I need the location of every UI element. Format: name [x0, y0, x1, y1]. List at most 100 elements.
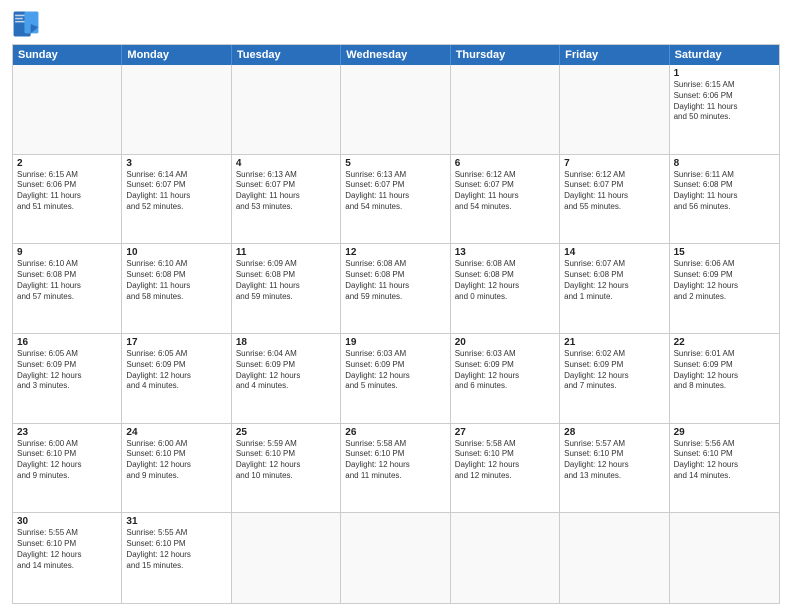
day-cell-8: 8Sunrise: 6:11 AM Sunset: 6:08 PM Daylig…: [670, 155, 779, 244]
day-cell-14: 14Sunrise: 6:07 AM Sunset: 6:08 PM Dayli…: [560, 244, 669, 333]
empty-cell-0-4: [451, 65, 560, 154]
day-number: 18: [236, 337, 336, 348]
day-number: 8: [674, 158, 775, 169]
day-number: 26: [345, 427, 445, 438]
day-cell-3: 3Sunrise: 6:14 AM Sunset: 6:07 PM Daylig…: [122, 155, 231, 244]
header-cell-monday: Monday: [122, 45, 231, 65]
day-number: 1: [674, 68, 775, 79]
week-row-3: 9Sunrise: 6:10 AM Sunset: 6:08 PM Daylig…: [13, 244, 779, 334]
day-cell-26: 26Sunrise: 5:58 AM Sunset: 6:10 PM Dayli…: [341, 424, 450, 513]
day-number: 20: [455, 337, 555, 348]
day-info: Sunrise: 6:12 AM Sunset: 6:07 PM Dayligh…: [564, 170, 664, 213]
day-info: Sunrise: 6:05 AM Sunset: 6:09 PM Dayligh…: [126, 349, 226, 392]
week-row-4: 16 Sunrise: 6:05 AM Sunset: 6:09 PM Dayli…: [13, 334, 779, 424]
day-cell-29: 29Sunrise: 5:56 AM Sunset: 6:10 PM Dayli…: [670, 424, 779, 513]
week-row-5: 23Sunrise: 6:00 AM Sunset: 6:10 PM Dayli…: [13, 424, 779, 514]
header-cell-thursday: Thursday: [451, 45, 560, 65]
day-number: 9: [17, 247, 117, 258]
day-cell-31: 31Sunrise: 5:55 AM Sunset: 6:10 PM Dayli…: [122, 513, 231, 603]
day-number: 10: [126, 247, 226, 258]
day-number: 2: [17, 158, 117, 169]
day-number: 28: [564, 427, 664, 438]
day-number: 24: [126, 427, 226, 438]
empty-cell-5-2: [232, 513, 341, 603]
day-info: Sunrise: 6:06 AM Sunset: 6:09 PM Dayligh…: [674, 259, 775, 302]
day-number: 13: [455, 247, 555, 258]
day-number: 25: [236, 427, 336, 438]
day-info: Sunrise: 6:02 AM Sunset: 6:09 PM Dayligh…: [564, 349, 664, 392]
empty-cell-5-3: [341, 513, 450, 603]
day-cell-27: 27Sunrise: 5:58 AM Sunset: 6:10 PM Dayli…: [451, 424, 560, 513]
day-cell-7: 7Sunrise: 6:12 AM Sunset: 6:07 PM Daylig…: [560, 155, 669, 244]
empty-cell-0-3: [341, 65, 450, 154]
day-info: Sunrise: 6:15 AM Sunset: 6:06 PM Dayligh…: [674, 80, 775, 123]
calendar-body: 1Sunrise: 6:15 AM Sunset: 6:06 PM Daylig…: [13, 65, 779, 603]
day-info: Sunrise: 5:57 AM Sunset: 6:10 PM Dayligh…: [564, 439, 664, 482]
day-number: 17: [126, 337, 226, 348]
day-cell-25: 25Sunrise: 5:59 AM Sunset: 6:10 PM Dayli…: [232, 424, 341, 513]
day-cell-12: 12Sunrise: 6:08 AM Sunset: 6:08 PM Dayli…: [341, 244, 450, 333]
day-info: Sunrise: 6:15 AM Sunset: 6:06 PM Dayligh…: [17, 170, 117, 213]
day-info: Sunrise: 6:01 AM Sunset: 6:09 PM Dayligh…: [674, 349, 775, 392]
day-info: Sunrise: 6:08 AM Sunset: 6:08 PM Dayligh…: [455, 259, 555, 302]
day-cell-30: 30Sunrise: 5:55 AM Sunset: 6:10 PM Dayli…: [13, 513, 122, 603]
header: [12, 10, 780, 38]
day-info: Sunrise: 5:59 AM Sunset: 6:10 PM Dayligh…: [236, 439, 336, 482]
day-info: Sunrise: 6:00 AM Sunset: 6:10 PM Dayligh…: [17, 439, 117, 482]
empty-cell-5-4: [451, 513, 560, 603]
empty-cell-0-5: [560, 65, 669, 154]
day-number: 27: [455, 427, 555, 438]
day-info: Sunrise: 5:55 AM Sunset: 6:10 PM Dayligh…: [17, 528, 117, 571]
day-number: 5: [345, 158, 445, 169]
day-cell-18: 18Sunrise: 6:04 AM Sunset: 6:09 PM Dayli…: [232, 334, 341, 423]
day-number: 7: [564, 158, 664, 169]
generalblue-logo-icon: [12, 10, 40, 38]
header-cell-tuesday: Tuesday: [232, 45, 341, 65]
day-cell-6: 6Sunrise: 6:12 AM Sunset: 6:07 PM Daylig…: [451, 155, 560, 244]
empty-cell-5-5: [560, 513, 669, 603]
day-cell-16: 16Sunrise: 6:05 AM Sunset: 6:09 PM Dayli…: [13, 334, 122, 423]
empty-cell-0-0: [13, 65, 122, 154]
calendar-header-row: SundayMondayTuesdayWednesdayThursdayFrid…: [13, 45, 779, 65]
day-number: 31: [126, 516, 226, 527]
day-info: Sunrise: 6:12 AM Sunset: 6:07 PM Dayligh…: [455, 170, 555, 213]
day-info: Sunrise: 5:55 AM Sunset: 6:10 PM Dayligh…: [126, 528, 226, 571]
day-info: Sunrise: 6:14 AM Sunset: 6:07 PM Dayligh…: [126, 170, 226, 213]
day-cell-4: 4Sunrise: 6:13 AM Sunset: 6:07 PM Daylig…: [232, 155, 341, 244]
day-number: 21: [564, 337, 664, 348]
header-cell-friday: Friday: [560, 45, 669, 65]
header-cell-wednesday: Wednesday: [341, 45, 450, 65]
week-row-6: 30Sunrise: 5:55 AM Sunset: 6:10 PM Dayli…: [13, 513, 779, 603]
day-number: 22: [674, 337, 775, 348]
logo: [12, 10, 44, 38]
day-cell-1: 1Sunrise: 6:15 AM Sunset: 6:06 PM Daylig…: [670, 65, 779, 154]
day-cell-22: 22Sunrise: 6:01 AM Sunset: 6:09 PM Dayli…: [670, 334, 779, 423]
day-cell-5: 5Sunrise: 6:13 AM Sunset: 6:07 PM Daylig…: [341, 155, 450, 244]
day-number: 3: [126, 158, 226, 169]
day-info: Sunrise: 6:03 AM Sunset: 6:09 PM Dayligh…: [345, 349, 445, 392]
day-number: 16: [17, 337, 117, 348]
day-cell-20: 20Sunrise: 6:03 AM Sunset: 6:09 PM Dayli…: [451, 334, 560, 423]
day-info: Sunrise: 6:07 AM Sunset: 6:08 PM Dayligh…: [564, 259, 664, 302]
day-cell-28: 28Sunrise: 5:57 AM Sunset: 6:10 PM Dayli…: [560, 424, 669, 513]
week-row-2: 2Sunrise: 6:15 AM Sunset: 6:06 PM Daylig…: [13, 155, 779, 245]
day-number: 23: [17, 427, 117, 438]
day-info: Sunrise: 6:13 AM Sunset: 6:07 PM Dayligh…: [236, 170, 336, 213]
day-number: 30: [17, 516, 117, 527]
day-cell-13: 13Sunrise: 6:08 AM Sunset: 6:08 PM Dayli…: [451, 244, 560, 333]
day-number: 19: [345, 337, 445, 348]
day-info: Sunrise: 5:56 AM Sunset: 6:10 PM Dayligh…: [674, 439, 775, 482]
day-cell-2: 2Sunrise: 6:15 AM Sunset: 6:06 PM Daylig…: [13, 155, 122, 244]
day-info: Sunrise: 5:58 AM Sunset: 6:10 PM Dayligh…: [345, 439, 445, 482]
day-info: Sunrise: 6:13 AM Sunset: 6:07 PM Dayligh…: [345, 170, 445, 213]
day-cell-10: 10Sunrise: 6:10 AM Sunset: 6:08 PM Dayli…: [122, 244, 231, 333]
day-number: 15: [674, 247, 775, 258]
page: SundayMondayTuesdayWednesdayThursdayFrid…: [0, 0, 792, 612]
empty-cell-0-2: [232, 65, 341, 154]
day-info: Sunrise: 6:00 AM Sunset: 6:10 PM Dayligh…: [126, 439, 226, 482]
week-row-1: 1Sunrise: 6:15 AM Sunset: 6:06 PM Daylig…: [13, 65, 779, 155]
day-number: 14: [564, 247, 664, 258]
day-number: 29: [674, 427, 775, 438]
day-info: Sunrise: 6:08 AM Sunset: 6:08 PM Dayligh…: [345, 259, 445, 302]
day-cell-15: 15Sunrise: 6:06 AM Sunset: 6:09 PM Dayli…: [670, 244, 779, 333]
